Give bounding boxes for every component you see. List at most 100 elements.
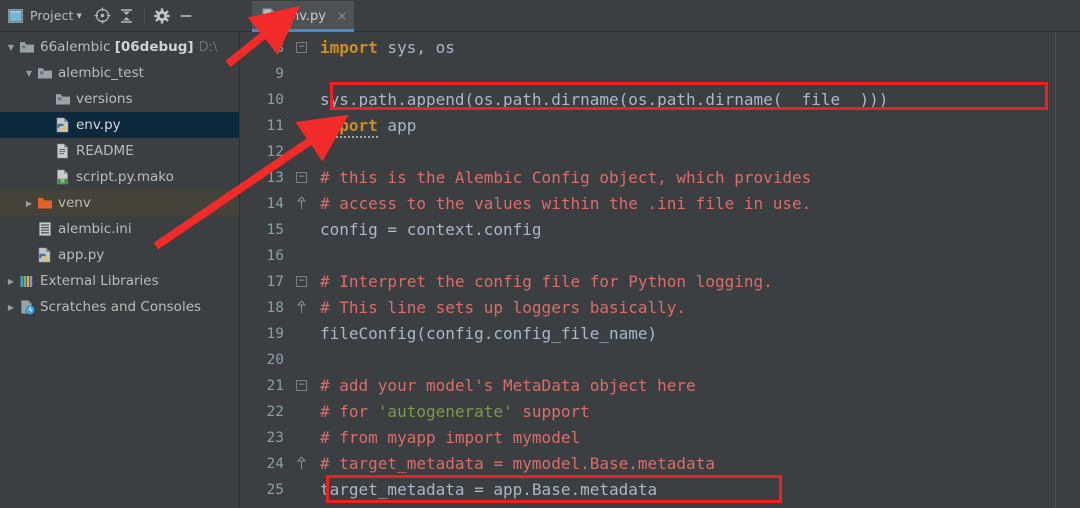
line-number: 9 [275,66,284,82]
tree-item-alembic-test[interactable]: ▼ alembic_test [0,60,239,86]
code-line[interactable]: fileConfig(config.config_file_name) [314,321,1080,347]
fold-collapse-icon[interactable]: − [296,380,307,391]
tree-item-label: script.py.mako [76,169,174,185]
libraries-icon [18,273,36,289]
chevron-down-icon[interactable]: ▼ [4,43,18,52]
close-icon[interactable]: × [337,10,347,22]
fold-slot [292,139,314,165]
settings-gear-icon[interactable] [153,7,171,25]
tree-item-label: 66alembic [06debug] [40,39,194,55]
fold-collapse-icon[interactable]: − [296,42,307,53]
chevron-right-icon[interactable]: ▶ [22,199,36,208]
fold-slot [292,451,314,477]
minimize-icon[interactable] [177,7,195,25]
line-number: 22 [266,404,284,420]
fold-slot [292,321,314,347]
folder-icon [18,39,36,55]
line-number: 19 [266,326,284,342]
code-line[interactable]: # for 'autogenerate' support [314,399,1080,425]
pycharm-window: Project ▼ env.py × ▼ 66alembic [06debug]… [0,0,1080,508]
tree-item-alembic-ini[interactable]: ▶ alembic.ini [0,216,239,242]
tree-item-label: venv [58,195,91,211]
tree-item-venv[interactable]: ▶ venv [0,190,239,216]
main-body: ▼ 66alembic [06debug]D:\ ▼ alembic_test ▶ ve… [0,32,1080,508]
svg-text:M: M [60,179,64,185]
tree-item-env-py[interactable]: ▶ env.py [0,112,239,138]
tab-label: env.py [283,8,326,24]
code-fold-gutter[interactable]: − − − − [292,32,314,508]
chevron-right-icon[interactable]: ▶ [4,303,18,312]
fold-region-end-icon[interactable] [296,455,307,471]
scratches-icon [18,299,36,315]
fold-slot: − [292,35,314,61]
code-area[interactable]: import sys, os sys.path.append(os.path.d… [314,32,1080,508]
tab-env-py[interactable]: env.py × [252,1,355,32]
line-number: 16 [266,248,284,264]
tree-item-readme[interactable]: ▶ README [0,138,239,164]
code-line[interactable]: # target_metadata = mymodel.Base.metadat… [314,451,1080,477]
tree-item-label: env.py [76,117,121,133]
fold-slot [292,425,314,451]
fold-slot [292,243,314,269]
code-line[interactable]: config = context.config [314,217,1080,243]
line-number: 21 [266,378,284,394]
code-line[interactable] [314,139,1080,165]
top-bar: Project ▼ env.py × [0,0,1080,32]
ini-file-icon [36,221,54,237]
collapse-all-icon[interactable] [118,7,136,25]
fold-collapse-icon[interactable]: − [296,172,307,183]
fold-collapse-icon[interactable]: − [296,276,307,287]
project-tree[interactable]: ▼ 66alembic [06debug]D:\ ▼ alembic_test ▶ ve… [0,32,240,508]
line-number: 17 [266,274,284,290]
code-line[interactable]: # This line sets up loggers basically. [314,295,1080,321]
code-line[interactable]: import app [314,113,1080,139]
code-line[interactable]: # access to the values within the .ini f… [314,191,1080,217]
line-number: 11 [266,118,284,134]
project-toolwindow-header: Project ▼ [0,0,240,32]
project-label[interactable]: Project [30,8,73,23]
code-line[interactable] [314,243,1080,269]
tree-spacer: ▶ [40,147,54,156]
code-line[interactable]: # add your model's MetaData object here [314,373,1080,399]
tree-item-scratches-and-consoles[interactable]: ▶ Scratches and Consoles [0,294,239,320]
tree-item-label: External Libraries [40,273,159,289]
tree-spacer: ▶ [22,251,36,260]
mako-file-icon: M [54,169,72,185]
code-line[interactable]: target_metadata = app.Base.metadata [314,477,1080,503]
right-margin-line [1055,32,1056,508]
line-number: 13 [266,170,284,186]
locate-target-icon[interactable] [94,7,112,25]
project-view-icon[interactable] [6,7,24,25]
tree-item-external-libraries[interactable]: ▶ External Libraries [0,268,239,294]
code-line[interactable] [314,61,1080,87]
tree-spacer: ▶ [40,121,54,130]
chevron-down-icon[interactable]: ▼ [76,12,81,20]
tree-item-app-py[interactable]: ▶ app.py [0,242,239,268]
python-file-icon [260,7,278,25]
line-number: 8 [275,40,284,56]
tree-item-path: D:\ [198,39,218,55]
folder-icon [36,65,54,81]
code-line[interactable]: # from myapp import mymodel [314,425,1080,451]
fold-slot [292,477,314,503]
fold-slot [292,61,314,87]
fold-region-end-icon[interactable] [296,299,307,315]
tree-item-versions[interactable]: ▶ versions [0,86,239,112]
code-line[interactable]: # this is the Alembic Config object, whi… [314,165,1080,191]
code-line[interactable]: # Interpret the config file for Python l… [314,269,1080,295]
line-number: 25 [266,482,284,498]
fold-slot [292,217,314,243]
code-line[interactable]: import sys, os [314,35,1080,61]
code-line[interactable]: sys.path.append(os.path.dirname(os.path.… [314,87,1080,113]
code-line[interactable] [314,347,1080,373]
fold-slot [292,191,314,217]
chevron-down-icon[interactable]: ▼ [22,69,36,78]
tree-spacer: ▶ [40,173,54,182]
code-editor[interactable]: 8 9 10 11 12 13 14 15 16 17 18 19 20 21 22 23 24 25 − − − − … [240,32,1080,508]
line-number: 12 [266,144,284,160]
chevron-right-icon[interactable]: ▶ [4,277,18,286]
fold-slot: − [292,373,314,399]
tree-item-66alembic[interactable]: ▼ 66alembic [06debug] D:\ [0,34,239,60]
tree-item-script-py-mako[interactable]: ▶ Mscript.py.mako [0,164,239,190]
fold-region-end-icon[interactable] [296,195,307,211]
